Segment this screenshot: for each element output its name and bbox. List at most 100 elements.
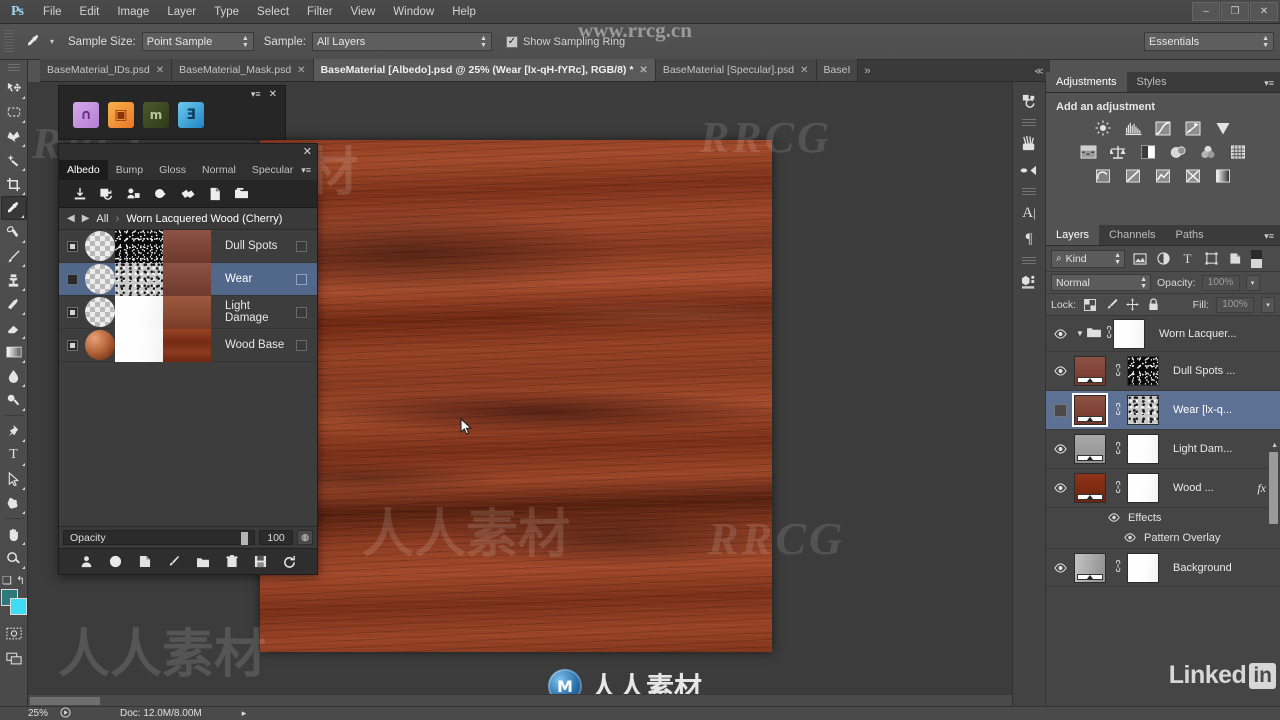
tool-healing-brush[interactable] [1, 220, 27, 244]
tool-brush[interactable] [1, 244, 27, 268]
tool-hand[interactable] [1, 522, 27, 546]
panel-menu-icon[interactable]: ▾≡ [1264, 78, 1274, 89]
tab-albedo[interactable]: Albedo [59, 160, 108, 180]
tab-adjustments[interactable]: Adjustments [1046, 72, 1127, 92]
filter-smart-object-icon[interactable] [1226, 250, 1245, 268]
invert-icon[interactable] [1093, 167, 1114, 185]
material-lock-box[interactable] [296, 240, 307, 252]
tool-crop[interactable] [1, 172, 27, 196]
folder-icon[interactable] [195, 554, 211, 570]
curves-icon[interactable] [1153, 119, 1174, 137]
layer-thumb[interactable] [1074, 356, 1106, 386]
material-lock-box[interactable] [296, 339, 307, 351]
group-disclosure-triangle-icon[interactable]: ▼ [1074, 329, 1086, 338]
reset-icon[interactable] [282, 554, 298, 570]
document-tab-albedo[interactable]: BaseMaterial [Albedo].psd @ 25% (Wear [l… [313, 59, 656, 81]
layer-row-worn-lacquer-group[interactable]: ▼ Worn Lacquer... [1046, 316, 1280, 352]
brightness-contrast-icon[interactable] [1093, 119, 1114, 137]
scroll-up-arrow-icon[interactable]: ▲ [1271, 442, 1278, 449]
sample-size-select[interactable]: Point Sample ▲ ▼ [141, 32, 254, 51]
effect-visibility-icon[interactable] [1118, 532, 1136, 544]
tab-channels[interactable]: Channels [1099, 225, 1165, 245]
refresh-material-icon[interactable] [98, 185, 115, 202]
tool-magic-wand[interactable] [1, 148, 27, 172]
tool-shape[interactable] [1, 491, 27, 515]
menu-type[interactable]: Type [205, 0, 248, 24]
tool-path-selection[interactable] [1, 467, 27, 491]
gradient-map-icon[interactable] [1213, 167, 1234, 185]
tab-styles[interactable]: Styles [1127, 72, 1177, 92]
material-icon-green[interactable]: m [143, 102, 169, 128]
opacity-slider-knob[interactable] [241, 532, 248, 545]
lock-image-pixels-icon[interactable] [1104, 298, 1118, 311]
close-icon[interactable]: ✕ [303, 145, 312, 159]
panel-menu-icon[interactable]: ▾≡ [301, 165, 311, 176]
layer-link-icon[interactable] [1111, 441, 1122, 457]
pick-material-icon[interactable] [179, 185, 196, 202]
tab-normal[interactable]: Normal [194, 160, 244, 180]
levels-icon[interactable] [1123, 119, 1144, 137]
opacity-value[interactable]: 100% [1201, 274, 1240, 291]
material-lock-box[interactable] [296, 273, 307, 285]
tab-paths[interactable]: Paths [1166, 225, 1214, 245]
tool-eyedropper[interactable] [0, 196, 27, 220]
rail-grip[interactable] [1022, 257, 1036, 264]
options-bar-grip[interactable] [4, 29, 14, 54]
layer-link-icon[interactable] [1111, 363, 1122, 379]
minimize-button[interactable]: – [1192, 2, 1220, 21]
menu-edit[interactable]: Edit [71, 0, 109, 24]
tool-gradient[interactable] [1, 340, 27, 364]
sample-select[interactable]: All Layers ▲ ▼ [311, 32, 492, 51]
tool-pen[interactable] [1, 419, 27, 443]
layer-link-icon[interactable] [1111, 402, 1122, 418]
menu-image[interactable]: Image [108, 0, 158, 24]
swap-colors-icon[interactable]: ↰ [16, 574, 25, 587]
layer-thumb[interactable] [1074, 434, 1106, 464]
layer-mask-thumb[interactable] [1113, 318, 1145, 349]
layer-row-wood-base[interactable]: Wood ... fx ▴ [1046, 469, 1280, 508]
layer-visibility-icon[interactable] [1046, 403, 1074, 417]
eyedropper-icon[interactable] [20, 30, 46, 54]
material-visibility-checkbox[interactable] [67, 306, 78, 318]
fill-chevron-icon[interactable]: ▾ [1261, 296, 1275, 313]
breadcrumb-back-icon[interactable]: ◀ [67, 213, 75, 224]
layer-visibility-icon[interactable] [1046, 328, 1074, 339]
tool-type[interactable]: T [1, 443, 27, 467]
filter-pixel-icon[interactable] [1130, 250, 1149, 268]
layer-link-icon[interactable] [1111, 559, 1122, 575]
material-row-wear[interactable]: Wear [59, 262, 317, 296]
panel-menu-icon[interactable]: ▾≡ [251, 89, 261, 100]
quick-mask-icon[interactable] [1, 621, 27, 645]
material-lock-box[interactable] [296, 306, 307, 318]
layer-effects-group[interactable]: Effects [1046, 508, 1280, 528]
filter-toggle-switch[interactable] [1251, 249, 1262, 268]
opacity-slider[interactable]: Opacity [63, 530, 255, 545]
brush-presets-icon[interactable] [1016, 131, 1042, 157]
menu-file[interactable]: File [34, 0, 71, 24]
layer-mask-thumb[interactable] [1127, 473, 1159, 503]
tab-specular[interactable]: Specular [244, 160, 301, 180]
layers-scrollbar[interactable] [1269, 452, 1278, 524]
material-row-dull-spots[interactable]: Dull Spots [59, 230, 317, 263]
layer-row-wear[interactable]: Wear [lx-q... [1046, 391, 1280, 430]
default-colors-icon[interactable]: ❏ [2, 574, 12, 587]
document-tab-mask[interactable]: BaseMaterial_Mask.psd ✕ [172, 59, 314, 81]
restore-button[interactable]: ❐ [1221, 2, 1249, 21]
selective-color-icon[interactable] [1183, 167, 1204, 185]
layer-thumb[interactable] [1074, 473, 1106, 503]
breadcrumb-root[interactable]: All [96, 213, 108, 225]
tool-zoom[interactable] [1, 546, 27, 570]
tool-clone-stamp[interactable] [1, 268, 27, 292]
import-material-icon[interactable] [71, 185, 88, 202]
layer-mask-thumb[interactable] [1127, 552, 1159, 583]
channel-mixer-icon[interactable] [1198, 143, 1219, 161]
document-tab-ids[interactable]: BaseMaterial_IDs.psd ✕ [40, 59, 173, 81]
blend-mode-select[interactable]: Normal ▲ ▼ [1051, 274, 1151, 291]
material-visibility-checkbox[interactable] [67, 339, 78, 351]
close-icon[interactable]: ✕ [800, 65, 808, 76]
scrollbar-thumb[interactable] [30, 697, 100, 705]
menu-filter[interactable]: Filter [298, 0, 342, 24]
layer-mask-thumb[interactable] [1127, 434, 1159, 464]
panel-menu-icon[interactable]: ▾≡ [1264, 231, 1274, 242]
tools-panel-grip[interactable] [7, 64, 20, 72]
